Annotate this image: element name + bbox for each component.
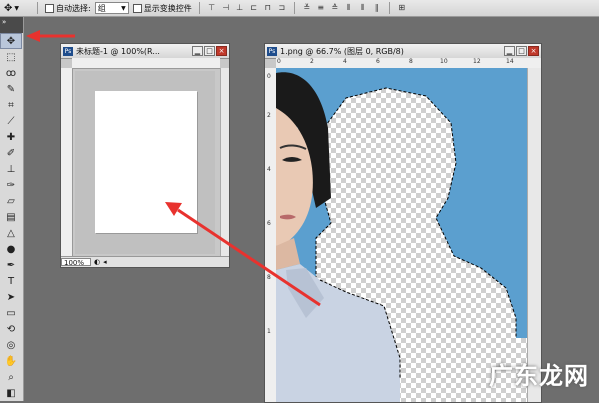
ruler-label: 8 [409, 58, 413, 65]
separator [388, 2, 390, 14]
auto-align-icon[interactable]: ⊞ [397, 3, 407, 13]
auto-select-dropdown[interactable]: 组 ▼ [94, 2, 129, 14]
move-icon: ✥ [4, 2, 13, 14]
distribute-right-icon[interactable]: ∥ [372, 3, 382, 13]
restore-icon[interactable]: □ [516, 46, 527, 56]
distribute-left-icon[interactable]: ⫴ [344, 3, 354, 13]
blur-tool-icon[interactable]: △ [0, 225, 22, 241]
close-icon[interactable]: × [528, 46, 539, 56]
chevron-down-icon: ▼ [121, 4, 126, 12]
auto-select-checkbox[interactable]: 自动选择: [45, 3, 91, 14]
watermark: 广东龙网 [489, 362, 589, 390]
window-buttons: ▁ □ × [504, 46, 541, 56]
photo-layer [276, 68, 528, 402]
lasso-tool-icon[interactable]: ꝏ [0, 65, 22, 81]
align-right-icon[interactable]: ⊐ [277, 3, 287, 13]
ruler-label: 10 [440, 58, 448, 65]
canvas-area[interactable] [75, 71, 215, 254]
dodge-tool-icon[interactable]: ● [0, 241, 22, 257]
distribute-vcenter-icon[interactable]: ≡ [316, 3, 326, 13]
options-bar: ✥ ▼ 自动选择: 组 ▼ 显示变换控件 ⊤ ⊣ ⊥ ⊏ ⊓ ⊐ ≚ ≡ ≙ ⫴ … [0, 0, 599, 17]
3d-rotate-tool-icon[interactable]: ⟲ [0, 321, 22, 337]
show-transform-controls-checkbox[interactable]: 显示变换控件 [132, 3, 192, 14]
zoom-field[interactable]: 100% [61, 258, 91, 267]
ruler-label: 0 [277, 58, 281, 65]
ps-icon: Ps [267, 46, 277, 56]
restore-icon[interactable]: □ [204, 46, 215, 56]
align-vcenter-icon[interactable]: ⊣ [221, 3, 231, 13]
distribute-top-icon[interactable]: ≚ [302, 3, 312, 13]
vertical-ruler[interactable] [61, 68, 73, 257]
color-swatches-icon[interactable]: ◧ [0, 385, 22, 401]
document-canvas[interactable] [276, 68, 528, 402]
minimize-icon[interactable]: ▁ [504, 46, 515, 56]
eraser-tool-icon[interactable]: ▱ [0, 193, 22, 209]
horizontal-ruler[interactable] [72, 58, 220, 69]
document-canvas [95, 91, 197, 233]
ruler-label: 14 [506, 58, 514, 65]
document-titlebar[interactable]: Ps 1.png @ 66.7% (图层 0, RGB/8) ▁ □ × [265, 44, 541, 59]
marquee-tool-icon[interactable]: ⬚ [0, 49, 22, 65]
ps-icon: Ps [63, 46, 73, 56]
status-bar: 100% ◐ ◂ [61, 256, 229, 267]
distribute-hcenter-icon[interactable]: ⦀ [358, 3, 368, 13]
ruler-label: 1 [267, 328, 271, 335]
ruler-label: 0 [267, 73, 271, 80]
move-tool-icon[interactable]: ✥ [0, 33, 22, 49]
window-buttons: ▁ □ × [192, 46, 229, 56]
close-icon[interactable]: × [216, 46, 227, 56]
vertical-scrollbar[interactable] [527, 68, 541, 402]
history-brush-tool-icon[interactable]: ✑ [0, 177, 22, 193]
ruler-label: 2 [310, 58, 314, 65]
auto-select-label: 自动选择: [56, 3, 91, 13]
ruler-label: 12 [473, 58, 481, 65]
vertical-scrollbar[interactable] [220, 68, 229, 257]
align-bottom-icon[interactable]: ⊥ [235, 3, 245, 13]
ruler-label: 4 [267, 166, 271, 173]
clone-stamp-tool-icon[interactable]: ⊥ [0, 161, 22, 177]
path-select-tool-icon[interactable]: ➤ [0, 289, 22, 305]
chevron-down-icon: ▼ [14, 4, 20, 12]
align-left-icon[interactable]: ⊏ [249, 3, 259, 13]
align-top-icon[interactable]: ⊤ [207, 3, 217, 13]
separator [198, 2, 200, 14]
type-tool-icon[interactable]: T [0, 273, 22, 289]
crop-tool-icon[interactable]: ⌗ [0, 97, 22, 113]
separator [293, 2, 295, 14]
auto-select-value: 组 [97, 3, 106, 13]
document-title: 未标题-1 @ 100%(R... [76, 46, 160, 56]
document-window-1png: Ps 1.png @ 66.7% (图层 0, RGB/8) ▁ □ × 0 2… [264, 43, 542, 403]
ruler-label: 2 [267, 112, 271, 119]
document-titlebar[interactable]: Ps 未标题-1 @ 100%(R... ▁ □ × [61, 44, 229, 59]
gradient-tool-icon[interactable]: ▤ [0, 209, 22, 225]
3d-orbit-tool-icon[interactable]: ◎ [0, 337, 22, 353]
distribute-bottom-icon[interactable]: ≙ [330, 3, 340, 13]
pen-tool-icon[interactable]: ✒ [0, 257, 22, 273]
checkbox-box[interactable] [45, 3, 54, 13]
hand-tool-icon[interactable]: ✋ [0, 353, 22, 369]
eyedropper-tool-icon[interactable]: ⟋ [0, 113, 22, 129]
ruler-label: 8 [267, 274, 271, 281]
minimize-icon[interactable]: ▁ [192, 46, 203, 56]
toolbox: » ✥ ⬚ ꝏ ✎ ⌗ ⟋ ✚ ✐ ⊥ ✑ ▱ ▤ △ ● ✒ T ➤ ▭ ⟲ … [0, 17, 24, 401]
ruler-label: 4 [343, 58, 347, 65]
show-transform-label: 显示变换控件 [143, 3, 192, 13]
ruler-label: 6 [376, 58, 380, 65]
arrow-to-move-tool [26, 30, 75, 42]
ruler-label: 6 [267, 220, 271, 227]
shape-tool-icon[interactable]: ▭ [0, 305, 22, 321]
brush-tool-icon[interactable]: ✐ [0, 145, 22, 161]
toolbox-grip[interactable]: » [0, 17, 23, 33]
checkbox-box[interactable] [132, 3, 142, 13]
document-window-untitled: Ps 未标题-1 @ 100%(R... ▁ □ × 100% ◐ ◂ [60, 43, 230, 268]
document-title: 1.png @ 66.7% (图层 0, RGB/8) [280, 46, 404, 56]
move-tool-preset-picker[interactable]: ✥ ▼ [4, 2, 30, 15]
separator [37, 2, 38, 14]
status-info-icon[interactable]: ◐ [94, 258, 100, 266]
zoom-tool-icon[interactable]: ⌕ [0, 369, 22, 385]
healing-brush-tool-icon[interactable]: ✚ [0, 129, 22, 145]
scroll-left-icon[interactable]: ◂ [103, 258, 107, 266]
quick-select-tool-icon[interactable]: ✎ [0, 81, 22, 97]
align-hcenter-icon[interactable]: ⊓ [263, 3, 273, 13]
